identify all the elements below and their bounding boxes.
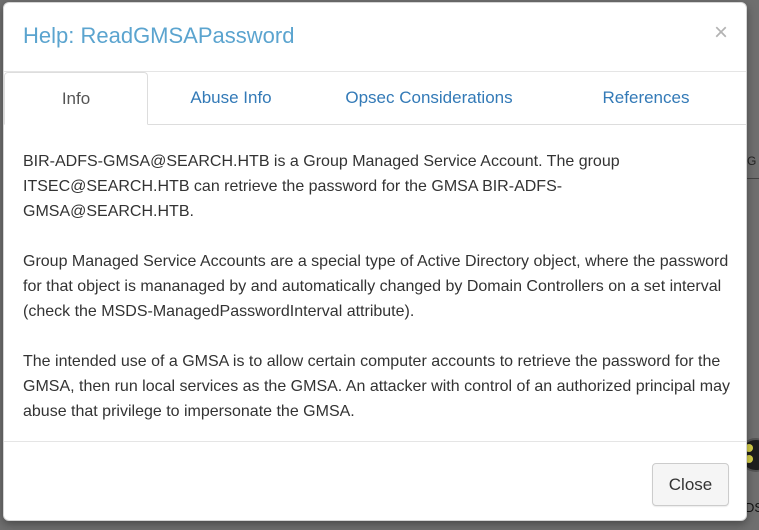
background-graph-label: G: [747, 154, 757, 168]
modal-footer: Close: [4, 441, 746, 522]
info-paragraph: The intended use of a GMSA is to allow c…: [23, 353, 730, 420]
tab-content-info: BIR-ADFS-GMSA@SEARCH.HTB is a Group Mana…: [23, 149, 730, 449]
tab-opsec-considerations[interactable]: Opsec Considerations: [314, 72, 544, 124]
info-paragraph: BIR-ADFS-GMSA@SEARCH.HTB is a Group Mana…: [23, 153, 620, 220]
close-button[interactable]: Close: [652, 463, 729, 506]
tab-info[interactable]: Info: [4, 72, 148, 125]
modal-header: Help: ReadGMSAPassword ×: [4, 3, 746, 72]
background-graph-node-label: DS: [745, 500, 759, 515]
background-graph-edge: [745, 178, 759, 179]
tab-bar: Info Abuse Info Opsec Considerations Ref…: [4, 72, 746, 125]
close-icon[interactable]: ×: [714, 21, 728, 45]
help-modal: Help: ReadGMSAPassword × Info Abuse Info…: [3, 2, 747, 521]
tab-references[interactable]: References: [544, 72, 748, 124]
modal-title: Help: ReadGMSAPassword: [23, 23, 295, 48]
tab-abuse-info[interactable]: Abuse Info: [148, 72, 314, 124]
info-paragraph: Group Managed Service Accounts are a spe…: [23, 253, 729, 320]
